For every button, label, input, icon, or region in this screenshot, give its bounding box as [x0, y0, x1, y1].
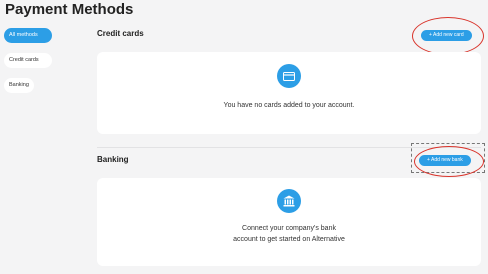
highlight-ring — [414, 146, 484, 177]
bank-connect-message-line1: Connect your company's bank — [242, 225, 336, 232]
bank-icon — [277, 189, 301, 213]
sidebar-item-credit-cards[interactable]: Credit cards — [4, 53, 52, 68]
credit-cards-heading: Credit cards — [97, 29, 144, 38]
sidebar-item-banking[interactable]: Banking — [4, 78, 34, 93]
page-title: Payment Methods — [5, 1, 134, 18]
sidebar-nav: All methods Credit cards Banking — [4, 28, 52, 103]
bank-connect-message-line2: account to get started on Alternative — [233, 236, 345, 243]
credit-cards-panel: You have no cards added to your account. — [97, 52, 481, 134]
highlight-ring — [412, 17, 484, 55]
credit-card-icon — [277, 64, 301, 88]
sidebar-item-all-methods[interactable]: All methods — [4, 28, 52, 43]
banking-panel: Connect your company's bank account to g… — [97, 178, 481, 266]
no-cards-message: You have no cards added to your account. — [223, 102, 355, 109]
banking-heading: Banking — [97, 155, 129, 164]
